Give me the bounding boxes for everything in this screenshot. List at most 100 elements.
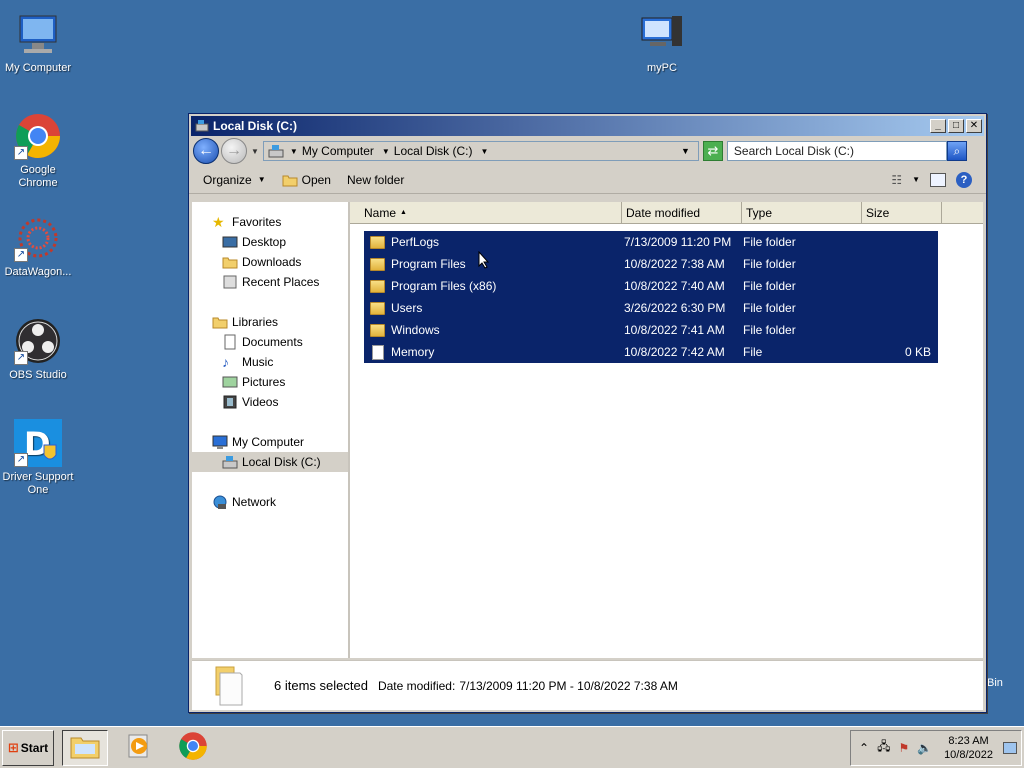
refresh-button[interactable]: ⇄ xyxy=(702,141,723,161)
view-options-icon[interactable]: ☷ xyxy=(891,173,902,187)
minimize-button[interactable]: _ xyxy=(930,119,946,133)
recycle-bin-label[interactable]: Bin xyxy=(987,677,1003,689)
downloads-folder-icon xyxy=(222,254,238,270)
new-folder-label: New folder xyxy=(346,172,405,187)
file-type: File folder xyxy=(743,279,796,293)
start-label: Start xyxy=(20,740,49,755)
file-date: 10/8/2022 7:38 AM xyxy=(624,257,725,271)
taskbar-chrome[interactable] xyxy=(170,730,216,766)
desktop-icon-datawagon[interactable]: ↗ DataWagon... xyxy=(0,214,76,279)
file-type: File folder xyxy=(743,323,796,337)
close-button[interactable]: ✕ xyxy=(966,119,982,133)
arrow-left-icon: ← xyxy=(198,142,214,159)
column-header: Name ▲ Date modified Type Size xyxy=(350,202,983,224)
help-icon[interactable]: ? xyxy=(956,171,972,188)
table-row[interactable]: Users 3/26/2022 6:30 PM File folder xyxy=(364,297,938,319)
nav-libraries[interactable]: Libraries xyxy=(192,312,348,332)
column-date-modified[interactable]: Date modified xyxy=(622,202,742,223)
table-row[interactable]: Windows 10/8/2022 7:41 AM File folder xyxy=(364,319,938,341)
show-desktop-button[interactable] xyxy=(1003,741,1017,754)
title-bar[interactable]: Local Disk (C:) _ □ ✕ xyxy=(191,116,984,136)
desktop-icon-obs-studio[interactable]: ↗ OBS Studio xyxy=(0,317,76,382)
chrome-icon: ↗ xyxy=(14,112,62,160)
explorer-window[interactable]: Local Disk (C:) _ □ ✕ ← → ▼ ▼ My Compute… xyxy=(188,113,987,713)
network-tray-icon[interactable]: 🖧 xyxy=(877,737,890,758)
file-date: 3/26/2022 6:30 PM xyxy=(624,301,726,315)
command-toolbar: Organize ▼ Open New folder ☷ ▼ ? xyxy=(189,166,986,194)
nav-recent-places[interactable]: Recent Places xyxy=(192,272,348,292)
nav-desktop[interactable]: Desktop xyxy=(192,232,348,252)
music-icon: ♪ xyxy=(222,354,229,370)
file-icon xyxy=(372,344,384,360)
explorer-folder-icon xyxy=(69,732,101,763)
file-name: Program Files xyxy=(391,257,466,271)
pictures-icon xyxy=(222,374,238,390)
forward-button[interactable]: → xyxy=(221,138,247,164)
table-row[interactable]: PerfLogs 7/13/2009 11:20 PM File folder xyxy=(364,231,938,253)
back-button[interactable]: ← xyxy=(193,138,219,164)
chevron-down-icon[interactable]: ▼ xyxy=(382,147,390,156)
nav-label: Desktop xyxy=(242,235,287,249)
taskbar-explorer[interactable] xyxy=(62,729,108,766)
recent-pages-dropdown[interactable]: ▼ xyxy=(251,147,259,156)
obs-icon: ↗ xyxy=(14,317,62,365)
nav-videos[interactable]: Videos xyxy=(192,392,348,412)
clock-time: 8:23 AM xyxy=(948,734,989,747)
show-hidden-icons-icon[interactable]: ⌃ xyxy=(859,741,869,755)
nav-favorites[interactable]: ★ Favorites xyxy=(192,212,348,232)
new-folder-button[interactable]: New folder xyxy=(347,173,404,187)
start-button[interactable]: ⊞ Start xyxy=(2,729,54,766)
organize-button[interactable]: Organize ▼ xyxy=(203,173,266,187)
nav-label: Downloads xyxy=(242,255,302,269)
organize-label: Organize xyxy=(203,172,252,187)
desktop-icon-google-chrome[interactable]: ↗ Google Chrome xyxy=(0,112,76,190)
breadcrumb-my-computer[interactable]: My Computer xyxy=(302,144,374,158)
column-name[interactable]: Name ▲ xyxy=(350,202,622,223)
maximize-button[interactable]: □ xyxy=(948,119,964,133)
shortcut-arrow-icon: ↗ xyxy=(14,453,28,467)
datawagon-icon: ↗ xyxy=(14,214,62,262)
windows-flag-icon: ⊞ xyxy=(7,739,19,755)
address-bar[interactable]: ▼ My Computer ▼ Local Disk (C:) ▼ ▼ xyxy=(262,141,699,161)
nav-my-computer[interactable]: My Computer xyxy=(192,432,348,452)
desktop-icon-my-computer[interactable]: My Computer xyxy=(0,10,76,75)
file-name: PerfLogs xyxy=(391,235,440,249)
address-dropdown-icon[interactable]: ▼ xyxy=(681,146,690,156)
search-button[interactable]: ⌕ xyxy=(946,141,967,161)
action-center-icon[interactable]: ⚑ xyxy=(898,741,909,755)
file-date: 7/13/2009 11:20 PM xyxy=(624,235,732,249)
volume-icon[interactable]: 🔈 xyxy=(917,741,932,755)
breadcrumb-local-disk[interactable]: Local Disk (C:) xyxy=(394,144,473,158)
search-icon: ⌕ xyxy=(953,144,961,158)
table-row[interactable]: Program Files (x86) 10/8/2022 7:40 AM Fi… xyxy=(364,275,938,297)
nav-downloads[interactable]: Downloads xyxy=(192,252,348,272)
file-list-pane[interactable]: Name ▲ Date modified Type Size PerfLogs 7… xyxy=(350,202,983,658)
column-size[interactable]: Size xyxy=(862,202,942,223)
search-input[interactable]: Search Local Disk (C:) xyxy=(726,141,947,161)
desktop-icon-mypc[interactable]: myPC xyxy=(624,10,700,75)
file-type: File xyxy=(743,345,763,359)
desktop-icon xyxy=(222,234,238,250)
pc-icon xyxy=(638,10,686,58)
nav-network[interactable]: Network xyxy=(192,492,348,512)
nav-documents[interactable]: Documents xyxy=(192,332,348,352)
chevron-down-icon[interactable]: ▼ xyxy=(480,147,488,156)
chevron-down-icon[interactable]: ▼ xyxy=(912,175,920,184)
table-row[interactable]: Program Files 10/8/2022 7:38 AM File fol… xyxy=(364,253,938,275)
chevron-down-icon[interactable]: ▼ xyxy=(290,147,298,156)
open-button[interactable]: Open xyxy=(282,173,331,187)
network-icon xyxy=(212,494,228,510)
column-label: Size xyxy=(866,206,890,220)
nav-local-disk[interactable]: Local Disk (C:) xyxy=(192,452,348,472)
preview-pane-icon[interactable] xyxy=(930,172,946,187)
table-row[interactable]: Memory 10/8/2022 7:42 AM File 0 KB xyxy=(364,341,938,363)
desktop-icon-driver-support-one[interactable]: D ↗ Driver Support One xyxy=(0,419,76,497)
nav-music[interactable]: ♪ Music xyxy=(192,352,348,372)
folder-open-icon xyxy=(282,173,298,187)
file-size: 0 KB xyxy=(904,345,931,359)
clock[interactable]: 8:23 AM 10/8/2022 xyxy=(944,734,993,762)
taskbar-media-player[interactable] xyxy=(116,730,162,766)
desktop-icon-label: Google Chrome xyxy=(18,164,58,189)
column-type[interactable]: Type xyxy=(742,202,862,223)
nav-pictures[interactable]: Pictures xyxy=(192,372,348,392)
